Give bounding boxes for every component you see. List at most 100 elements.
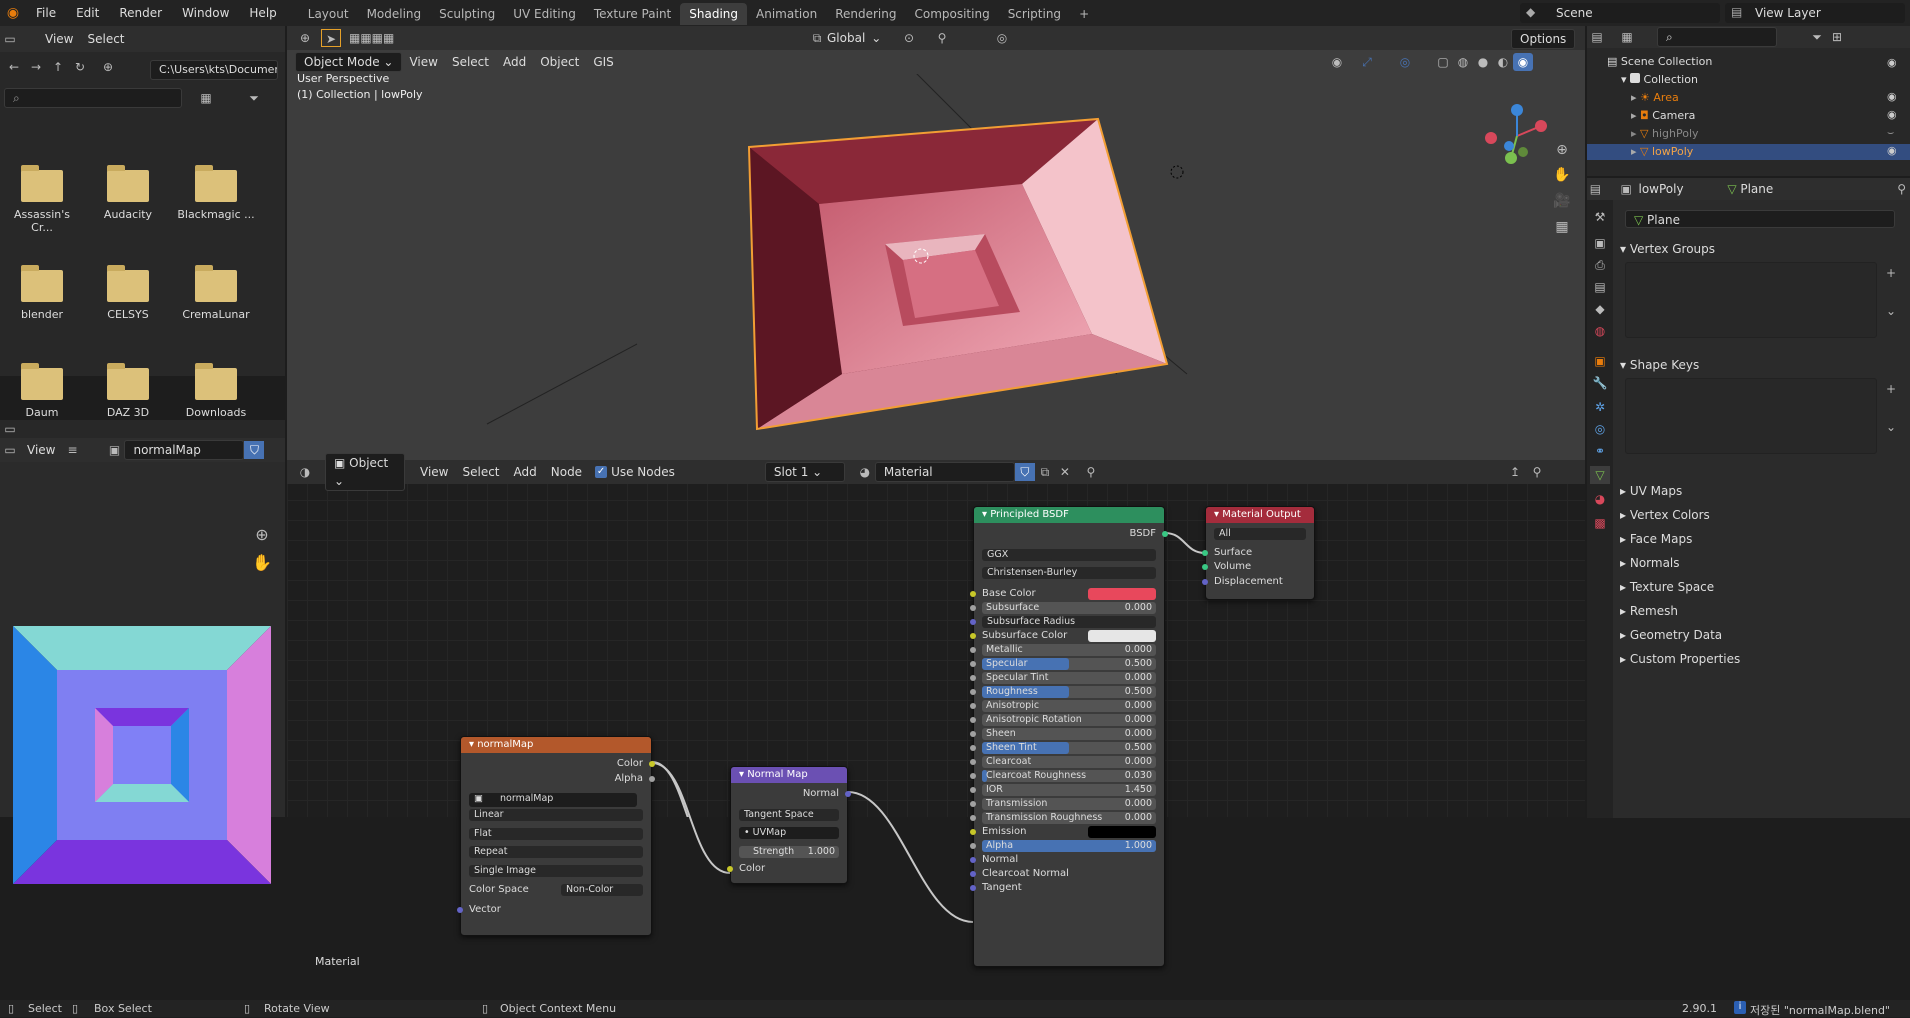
field-value: 1.000 — [807, 845, 835, 857]
dropdown-value: Repeat — [469, 846, 643, 858]
socket-icon[interactable] — [970, 702, 976, 709]
bsdf-input-row: Specular 0.500 — [970, 657, 1164, 671]
interpolation-dropdown[interactable]: Linear — [461, 808, 651, 823]
strength-field[interactable]: Strength 1.000 — [731, 845, 847, 860]
field-value: 0.500 — [1124, 685, 1152, 697]
color-space-dropdown[interactable]: Non-Color — [561, 884, 643, 896]
socket-label: BSDF — [1129, 528, 1156, 539]
socket-icon[interactable] — [970, 590, 976, 597]
input-volume: Volume — [1202, 560, 1314, 575]
value-slider[interactable]: Specular 0.500 — [982, 657, 1156, 670]
socket-icon[interactable] — [970, 842, 976, 849]
socket-icon[interactable] — [970, 800, 976, 807]
socket-icon[interactable] — [970, 744, 976, 751]
socket-icon[interactable] — [1202, 578, 1208, 585]
socket-icon[interactable] — [970, 604, 976, 611]
socket-icon[interactable] — [970, 716, 976, 723]
socket-icon[interactable] — [727, 866, 733, 872]
field-label: Strength — [753, 845, 795, 857]
value-slider[interactable]: Metallic 0.000 — [982, 643, 1156, 656]
uv-map-value: • UVMap — [739, 827, 839, 839]
input-label: Normal — [982, 853, 1019, 865]
status-context: Object Context Menu — [500, 1002, 617, 1015]
socket-icon[interactable] — [1202, 564, 1208, 570]
value-slider[interactable]: Specular Tint 0.000 — [982, 671, 1156, 684]
material-output-node[interactable]: ▾ Material Output All Surface Volume Dis… — [1202, 506, 1315, 600]
socket-icon[interactable] — [970, 786, 976, 793]
node-header[interactable]: ▾ Material Output — [1206, 507, 1314, 523]
socket-icon[interactable] — [970, 660, 976, 667]
socket-icon[interactable] — [970, 828, 976, 835]
bsdf-input-row: Tangent — [970, 881, 1164, 895]
value-slider[interactable]: Anisotropic 0.000 — [982, 699, 1156, 712]
socket-icon[interactable] — [970, 884, 976, 891]
socket-icon[interactable] — [970, 856, 976, 863]
field-label: Anisotropic — [986, 699, 1040, 711]
value-slider[interactable]: Sheen 0.000 — [982, 727, 1156, 740]
extension-dropdown[interactable]: Repeat — [461, 845, 651, 860]
node-header[interactable]: ▾ normalMap — [461, 737, 651, 753]
subsurface-method-dropdown[interactable]: Christensen-Burley — [974, 566, 1164, 581]
info-icon[interactable]: i — [1734, 1001, 1746, 1014]
value-slider[interactable]: Transmission 0.000 — [982, 797, 1156, 810]
value-slider[interactable]: Clearcoat Roughness 0.030 — [982, 769, 1156, 782]
socket-icon[interactable] — [1202, 549, 1208, 556]
output-normal: Normal — [731, 787, 851, 802]
bsdf-input-row: Metallic 0.000 — [970, 643, 1164, 657]
bsdf-input-row: Alpha 1.000 — [970, 839, 1164, 853]
distribution-dropdown[interactable]: GGX — [974, 548, 1164, 563]
socket-icon[interactable] — [649, 761, 655, 767]
normal-map-node[interactable]: ▾ Normal Map Normal Tangent Space • UVMa… — [727, 766, 851, 884]
field-value: 0.000 — [1124, 713, 1152, 725]
field-value: 0.000 — [1124, 755, 1152, 767]
socket-icon[interactable] — [970, 814, 976, 821]
node-header[interactable]: ▾ Principled BSDF — [974, 507, 1164, 523]
image-field[interactable]: ▣ normalMap — [469, 793, 637, 807]
socket-icon[interactable] — [970, 674, 976, 681]
socket-icon[interactable] — [970, 730, 976, 737]
bsdf-input-row: Subsurface Radius — [970, 615, 1164, 629]
socket-icon[interactable] — [970, 772, 976, 779]
socket-icon[interactable] — [649, 775, 655, 782]
uv-map-field[interactable]: • UVMap — [731, 826, 847, 841]
value-slider[interactable]: Alpha 1.000 — [982, 839, 1156, 852]
color-swatch[interactable] — [1088, 587, 1156, 600]
socket-icon[interactable] — [970, 870, 976, 877]
source-dropdown[interactable]: Single Image — [461, 864, 651, 879]
input-label: Subsurface Color — [982, 629, 1068, 641]
socket-label: Vector — [469, 903, 501, 915]
color-swatch[interactable] — [1088, 825, 1156, 838]
principled-bsdf-node[interactable]: ▾ Principled BSDF BSDF GGX Christensen-B… — [970, 506, 1168, 967]
value-slider[interactable]: Transmission Roughness 0.000 — [982, 811, 1156, 824]
strength-slider[interactable]: Strength 1.000 — [739, 845, 839, 858]
socket-icon[interactable] — [970, 632, 976, 639]
dropdown-value[interactable]: Subsurface Radius — [982, 615, 1156, 628]
value-slider[interactable]: IOR 1.450 — [982, 783, 1156, 796]
socket-icon[interactable] — [970, 758, 976, 765]
image-texture-node[interactable]: ▾ normalMap Color Alpha ▣ normalMap Line… — [457, 736, 655, 936]
socket-icon[interactable] — [845, 791, 851, 797]
value-slider[interactable]: Anisotropic Rotation 0.000 — [982, 713, 1156, 726]
socket-icon[interactable] — [970, 688, 976, 695]
space-dropdown[interactable]: Tangent Space — [731, 808, 847, 823]
socket-icon[interactable] — [970, 646, 976, 653]
value-slider[interactable]: Roughness 0.500 — [982, 685, 1156, 698]
bsdf-input-row: Clearcoat Roughness 0.030 — [970, 769, 1164, 783]
color-swatch[interactable] — [1088, 629, 1156, 642]
node-wires — [651, 532, 1206, 923]
value-slider[interactable]: Subsurface 0.000 — [982, 601, 1156, 614]
value-slider[interactable]: Clearcoat 0.000 — [982, 755, 1156, 768]
socket-icon[interactable] — [457, 906, 463, 913]
socket-icon[interactable] — [970, 618, 976, 625]
bsdf-input-row: Anisotropic 0.000 — [970, 699, 1164, 713]
value-slider[interactable]: Sheen Tint 0.500 — [982, 741, 1156, 754]
image-selector[interactable]: ▣ normalMap — [461, 792, 651, 808]
node-header[interactable]: ▾ Normal Map — [731, 767, 847, 783]
field-label: Alpha — [986, 839, 1014, 851]
field-value: 0.500 — [1124, 741, 1152, 753]
socket-icon[interactable] — [1162, 531, 1168, 537]
target-dropdown[interactable]: All — [1206, 527, 1314, 542]
bsdf-input-row: Transmission Roughness 0.000 — [970, 811, 1164, 825]
projection-dropdown[interactable]: Flat — [461, 827, 651, 842]
bsdf-input-row: Roughness 0.500 — [970, 685, 1164, 699]
